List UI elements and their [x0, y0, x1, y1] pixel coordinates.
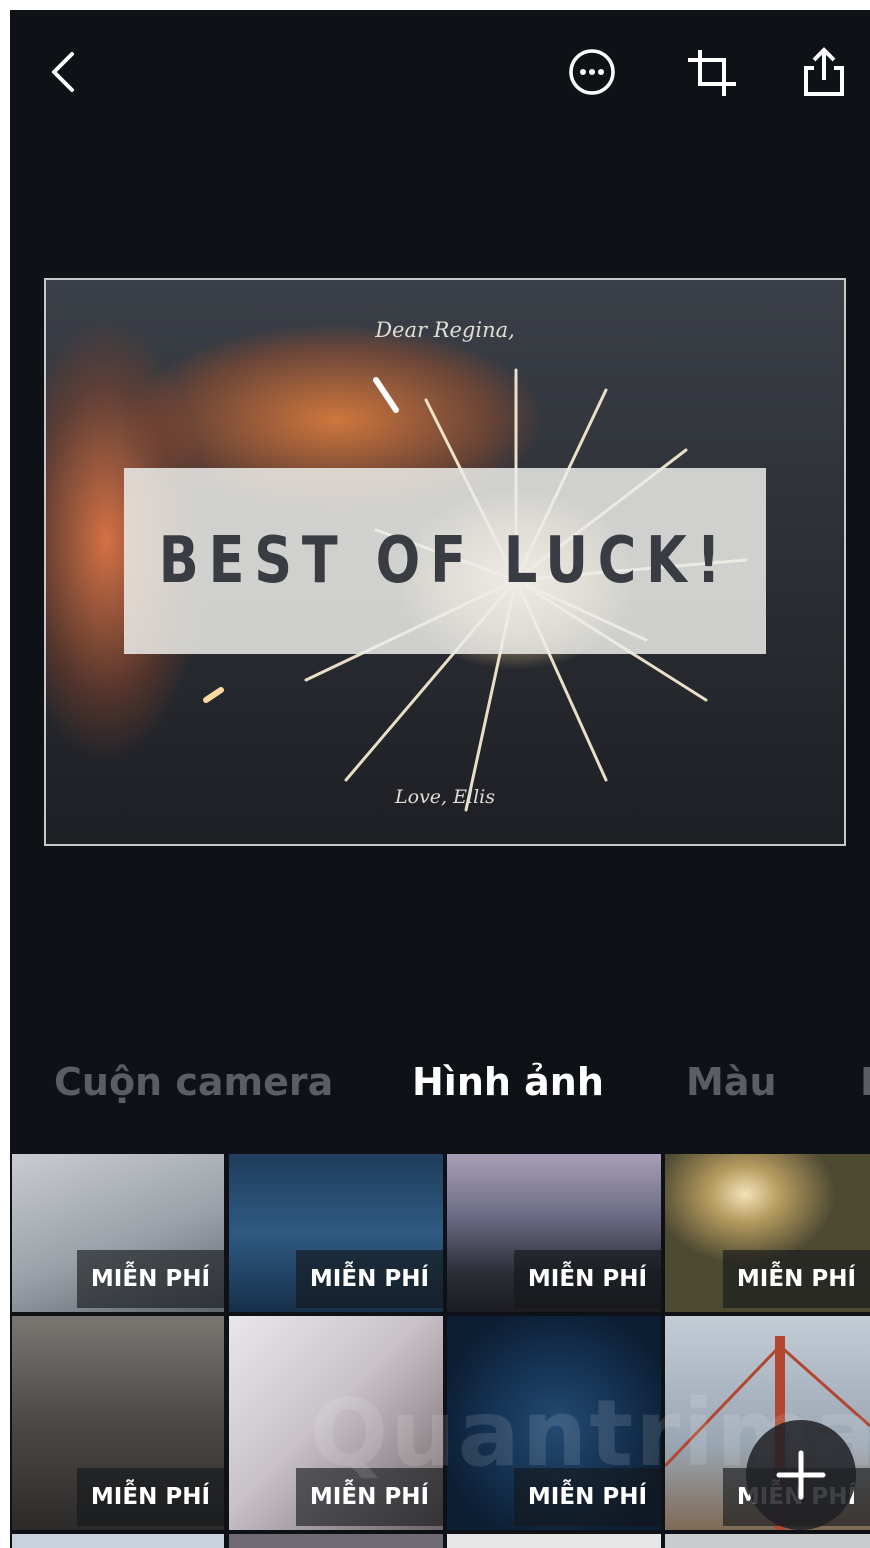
crop-button[interactable] [680, 40, 744, 104]
back-button[interactable] [34, 40, 98, 104]
image-grid: MIỄN PHÍ MIỄN PHÍ MIỄN PHÍ MIỄN PHÍ MIỄN… [10, 1154, 870, 1548]
more-dots-icon [569, 49, 615, 95]
image-tile[interactable]: MIỄN PHÍ [229, 1154, 443, 1312]
crop-icon [688, 50, 736, 96]
add-button[interactable] [746, 1420, 856, 1530]
image-tile[interactable]: MIỄN PHÍ [665, 1154, 870, 1312]
image-tile[interactable] [229, 1534, 443, 1548]
free-badge: MIỄN PHÍ [722, 1250, 870, 1308]
free-badge: MIỄN PHÍ [76, 1250, 224, 1308]
tab-camera-roll[interactable]: Cuộn camera [54, 1060, 333, 1104]
editor-screen: Dear Regina, BEST OF LUCK! Love, Ellis C… [10, 10, 870, 1548]
share-upload-icon [804, 47, 844, 96]
design-canvas[interactable]: Dear Regina, BEST OF LUCK! Love, Ellis [44, 278, 846, 846]
top-toolbar [10, 10, 870, 130]
more-options-button[interactable] [560, 40, 624, 104]
media-tabs: Cuộn camera Hình ảnh Màu I [10, 1050, 870, 1130]
plus-icon [776, 1450, 826, 1500]
tab-colors[interactable]: Màu [686, 1060, 777, 1104]
greeting-text[interactable]: Dear Regina, [46, 318, 844, 342]
free-badge: MIỄN PHÍ [76, 1468, 224, 1526]
image-tile[interactable] [447, 1534, 661, 1548]
tab-images[interactable]: Hình ảnh [412, 1060, 604, 1104]
image-tile[interactable] [665, 1534, 870, 1548]
tab-more[interactable]: I [860, 1060, 870, 1104]
image-tile[interactable]: MIỄN PHÍ [12, 1316, 224, 1530]
chevron-left-icon [52, 52, 74, 92]
image-tile[interactable] [12, 1534, 224, 1548]
image-tile[interactable]: MIỄN PHÍ [12, 1154, 224, 1312]
free-badge: MIỄN PHÍ [513, 1250, 661, 1308]
signoff-text[interactable]: Love, Ellis [46, 786, 844, 808]
headline-text[interactable]: BEST OF LUCK! [159, 524, 731, 598]
image-tile[interactable]: MIỄN PHÍ [447, 1154, 661, 1312]
headline-banner[interactable]: BEST OF LUCK! [124, 468, 766, 654]
share-button[interactable] [792, 40, 856, 104]
free-badge: MIỄN PHÍ [295, 1250, 443, 1308]
